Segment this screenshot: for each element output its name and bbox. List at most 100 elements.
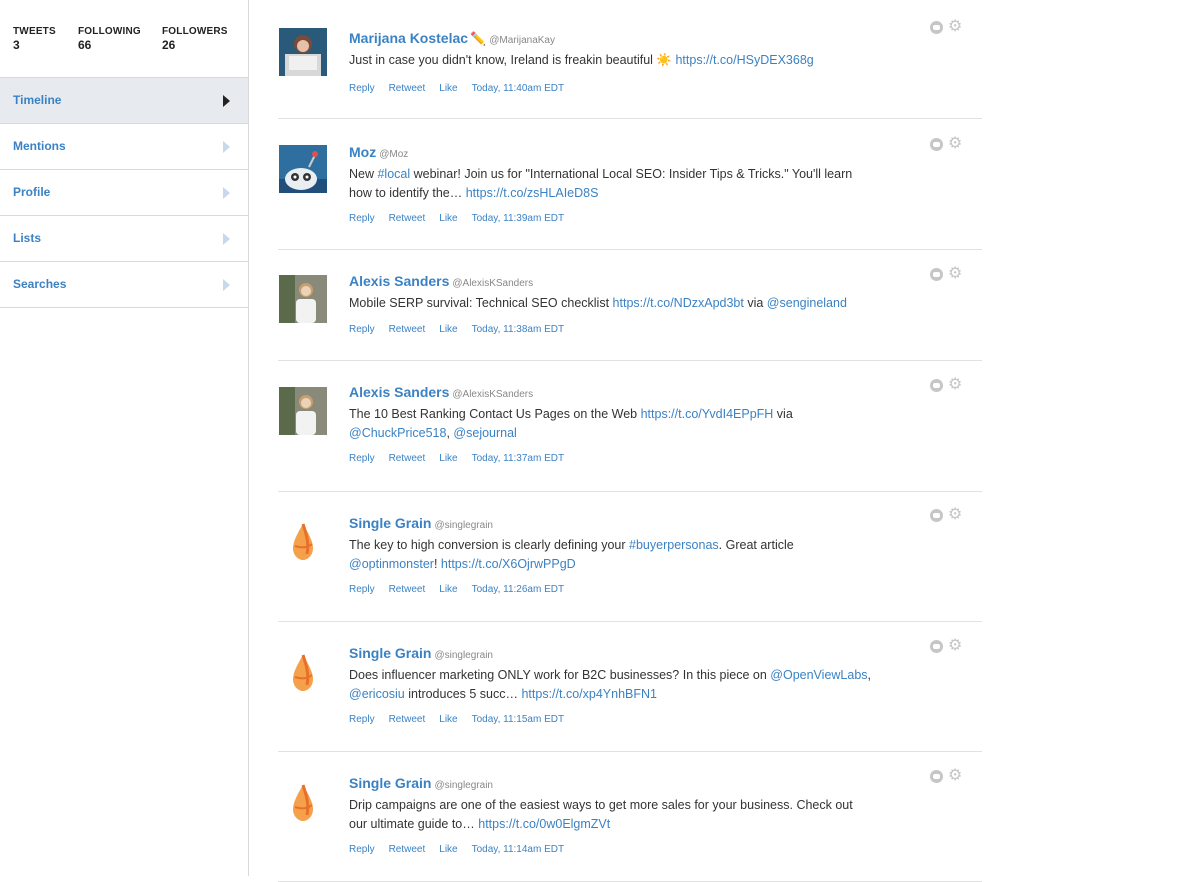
retweet-button[interactable]: Retweet [389, 714, 426, 725]
tweet-text-segment: via [773, 407, 793, 421]
tweet-link[interactable]: https://t.co/NDzxApd3bt [613, 296, 744, 310]
tweet-link[interactable]: https://t.co/zsHLAIeD8S [466, 186, 599, 200]
like-button[interactable]: Like [439, 844, 457, 855]
tweet-link[interactable]: https://t.co/0w0ElgmZVt [478, 817, 610, 831]
tweet-author-handle[interactable]: @singlegrain [434, 780, 493, 791]
tweet-link[interactable]: @OpenViewLabs [770, 668, 867, 682]
avatar[interactable] [279, 647, 327, 695]
avatar[interactable] [279, 777, 327, 825]
gear-icon[interactable]: ⚙ [948, 377, 962, 393]
tweet-timestamp[interactable]: Today, 11:39am EDT [472, 213, 564, 224]
retweet-button[interactable]: Retweet [389, 83, 426, 94]
chat-bubble-icon[interactable] [930, 640, 943, 653]
tweet-controls: ⚙ [930, 19, 970, 37]
avatar[interactable] [279, 516, 327, 564]
chat-bubble-icon[interactable] [930, 138, 943, 151]
retweet-button[interactable]: Retweet [389, 324, 426, 335]
like-button[interactable]: Like [439, 324, 457, 335]
tweet-author-handle[interactable]: @singlegrain [434, 520, 493, 531]
tweet-timestamp[interactable]: Today, 11:37am EDT [472, 453, 564, 464]
tweet-link[interactable]: https://t.co/xp4YnhBFN1 [521, 687, 657, 701]
tweet-link[interactable]: https://t.co/X6OjrwPPgD [441, 557, 576, 571]
tweet-text: New #local webinar! Join us for "Interna… [349, 165, 942, 203]
reply-button[interactable]: Reply [349, 453, 375, 464]
like-button[interactable]: Like [439, 584, 457, 595]
avatar[interactable] [279, 145, 327, 193]
tweet-author-name[interactable]: Alexis Sanders [349, 273, 449, 289]
stat-followers[interactable]: FOLLOWERS 26 [162, 26, 228, 52]
tweet-link[interactable]: https://t.co/HSyDEX368g [675, 53, 813, 67]
tweet-link[interactable]: @ericosiu [349, 687, 405, 701]
chat-bubble-icon[interactable] [930, 268, 943, 281]
tweet-author-name[interactable]: Marijana Kostelac [349, 30, 468, 46]
stat-tweets[interactable]: TWEETS 3 [13, 26, 56, 52]
avatar[interactable] [279, 387, 327, 435]
nav-item-label: Lists [13, 231, 42, 245]
tweet-author-handle[interactable]: @singlegrain [434, 650, 493, 661]
reply-button[interactable]: Reply [349, 844, 375, 855]
avatar[interactable] [279, 28, 327, 76]
chat-bubble-icon[interactable] [930, 770, 943, 783]
gear-icon[interactable]: ⚙ [948, 19, 962, 35]
like-button[interactable]: Like [439, 453, 457, 464]
avatar[interactable] [279, 275, 327, 323]
stat-following[interactable]: FOLLOWING 66 [78, 26, 141, 52]
tweet-timestamp[interactable]: Today, 11:14am EDT [472, 844, 564, 855]
tweet-timestamp[interactable]: Today, 11:38am EDT [472, 324, 564, 335]
gear-icon[interactable]: ⚙ [948, 266, 962, 282]
tweet-author-name[interactable]: Single Grain [349, 515, 431, 531]
nav-item-timeline[interactable]: Timeline [0, 78, 248, 124]
nav-item-searches[interactable]: Searches [0, 262, 248, 308]
gear-icon[interactable]: ⚙ [948, 768, 962, 784]
like-button[interactable]: Like [439, 714, 457, 725]
retweet-button[interactable]: Retweet [389, 453, 426, 464]
tweet-link[interactable]: @ChuckPrice518 [349, 426, 446, 440]
like-button[interactable]: Like [439, 83, 457, 94]
gear-icon[interactable]: ⚙ [948, 638, 962, 654]
gear-icon[interactable]: ⚙ [948, 507, 962, 523]
profile-stats: TWEETS 3 FOLLOWING 66 FOLLOWERS 26 [0, 0, 248, 78]
tweet-controls: ⚙ [930, 136, 970, 154]
nav-item-label: Mentions [13, 139, 66, 153]
tweet-author-name[interactable]: Single Grain [349, 645, 431, 661]
tweet-actions: Reply Retweet Like Today, 11:37am EDT [349, 453, 578, 464]
tweet-author-handle[interactable]: @Moz [379, 149, 408, 160]
reply-button[interactable]: Reply [349, 324, 375, 335]
tweet-timestamp[interactable]: Today, 11:15am EDT [472, 714, 564, 725]
chevron-right-icon [223, 95, 230, 107]
nav-item-label: Searches [13, 277, 67, 291]
tweet-author-handle[interactable]: @AlexisKSanders [452, 278, 533, 289]
tweet-timestamp[interactable]: Today, 11:26am EDT [472, 584, 564, 595]
reply-button[interactable]: Reply [349, 714, 375, 725]
nav-item-lists[interactable]: Lists [0, 216, 248, 262]
tweet-author-name[interactable]: Single Grain [349, 775, 431, 791]
reply-button[interactable]: Reply [349, 213, 375, 224]
tweet-link[interactable]: https://t.co/YvdI4EPpFH [641, 407, 774, 421]
retweet-button[interactable]: Retweet [389, 213, 426, 224]
reply-button[interactable]: Reply [349, 83, 375, 94]
tweet-link[interactable]: @sejournal [453, 426, 516, 440]
tweet-timestamp[interactable]: Today, 11:40am EDT [472, 83, 564, 94]
reply-button[interactable]: Reply [349, 584, 375, 595]
tweet-link[interactable]: @sengineland [767, 296, 847, 310]
retweet-button[interactable]: Retweet [389, 584, 426, 595]
chat-bubble-icon[interactable] [930, 21, 943, 34]
tweet-author-handle[interactable]: @AlexisKSanders [452, 389, 533, 400]
tweet-actions: Reply Retweet Like Today, 11:40am EDT [349, 83, 578, 94]
tweet-author-handle[interactable]: @MarijanaKay [489, 35, 555, 46]
tweet-link[interactable]: #local [377, 167, 410, 181]
tweet-text-segment: via [743, 296, 767, 310]
tweet-link[interactable]: #buyerpersonas [629, 538, 719, 552]
retweet-button[interactable]: Retweet [389, 844, 426, 855]
chat-bubble-icon[interactable] [930, 509, 943, 522]
chat-bubble-icon[interactable] [930, 379, 943, 392]
gear-icon[interactable]: ⚙ [948, 136, 962, 152]
chevron-right-icon [223, 279, 230, 291]
tweet-author-name[interactable]: Alexis Sanders [349, 384, 449, 400]
nav-item-profile[interactable]: Profile [0, 170, 248, 216]
tweet-link[interactable]: @optinmonster [349, 557, 434, 571]
nav-item-mentions[interactable]: Mentions [0, 124, 248, 170]
tweet-author-name[interactable]: Moz [349, 144, 376, 160]
like-button[interactable]: Like [439, 213, 457, 224]
tweet: Single Grain @singlegrain The key to high … [278, 492, 982, 622]
